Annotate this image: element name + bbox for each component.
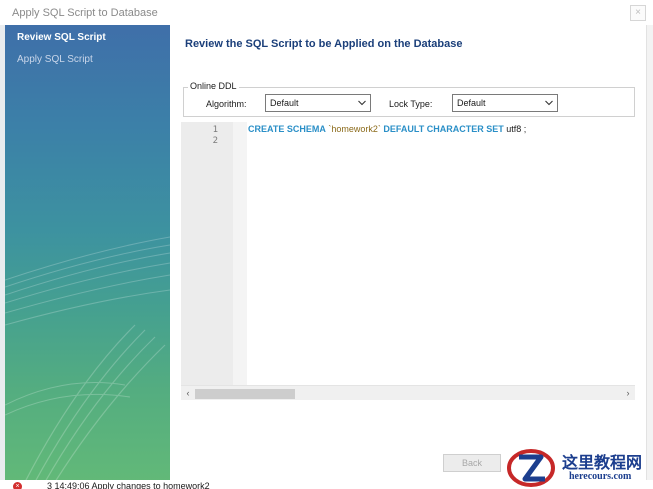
error-icon: × [13,482,22,489]
scrollbar-thumb[interactable] [195,389,295,399]
chevron-down-icon [545,100,553,106]
horizontal-scrollbar[interactable]: ‹ › [181,385,635,400]
algorithm-select-value: Default [270,98,299,108]
algorithm-select[interactable]: Default [265,94,371,112]
back-button[interactable]: Back [443,454,501,472]
sidebar-decoration [5,236,170,482]
close-button[interactable]: × [630,5,646,21]
wizard-sidebar: Review SQL Script Apply SQL Script [5,25,170,482]
lock-type-label: Lock Type: [389,99,433,109]
watermark-brand: 这里教程网 [562,453,643,472]
online-ddl-group: Online DDL Algorithm: Default Lock Type:… [183,81,635,117]
line-number: 2 [212,136,218,146]
scroll-right-icon[interactable]: › [622,387,634,399]
sql-keyword: DEFAULT CHARACTER SET [383,124,504,134]
algorithm-label: Algorithm: [206,99,247,109]
watermark-url: herecours.com [569,471,632,482]
sql-script-editor[interactable]: 1 2 CREATE SCHEMA `homework2` DEFAULT CH… [181,122,635,386]
page-title: Review the SQL Script to be Applied on t… [185,38,463,50]
sidebar-item-review-sql-script: Review SQL Script [17,32,106,43]
line-number: 1 [212,125,218,135]
sql-charset: utf8 ; [506,124,527,134]
sql-identifier: `homework2` [328,124,381,134]
site-watermark: 这里教程网 herecours.com [505,447,653,489]
background-window-edge-right [646,25,653,482]
online-ddl-legend: Online DDL [188,81,239,91]
watermark-logo [507,449,555,487]
chevron-down-icon [358,100,366,106]
title-bar: Apply SQL Script to Database × [0,0,653,25]
main-panel: Review the SQL Script to be Applied on t… [170,25,646,482]
line-number-gutter: 1 2 [181,122,233,386]
sql-keyword: CREATE SCHEMA [248,124,326,134]
lock-type-select[interactable]: Default [452,94,558,112]
window-title: Apply SQL Script to Database [12,7,158,19]
scroll-left-icon[interactable]: ‹ [182,387,194,399]
apply-sql-dialog: Apply SQL Script to Database × Review SQ… [0,0,653,489]
sql-code-line: CREATE SCHEMA `homework2` DEFAULT CHARAC… [248,124,526,134]
output-log-text: 3 14:49:06 Apply changes to homework2 [47,481,210,489]
fold-margin [233,122,247,386]
lock-type-select-value: Default [457,98,486,108]
sidebar-item-apply-sql-script: Apply SQL Script [17,54,93,65]
